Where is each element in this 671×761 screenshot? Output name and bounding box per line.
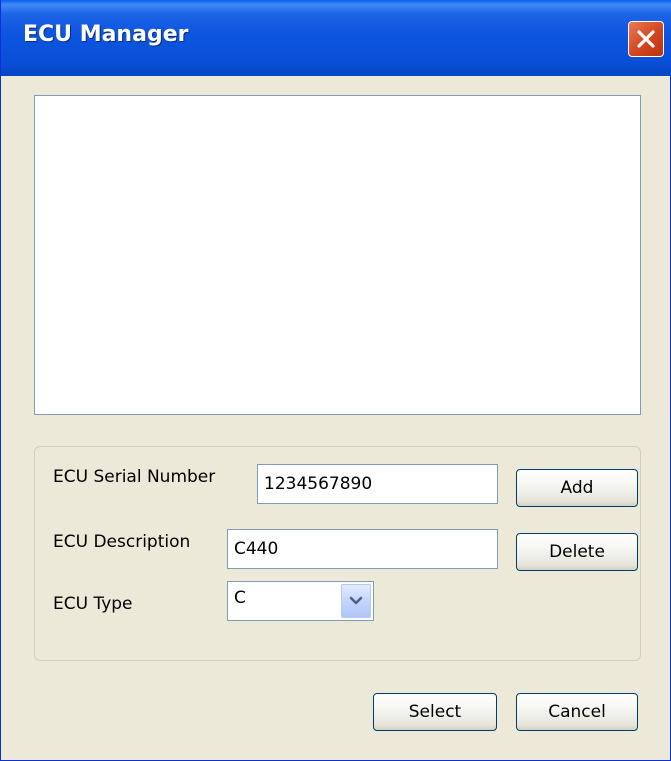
select-button[interactable]: Select	[373, 693, 497, 731]
ecu-manager-dialog: ECU Manager ECU Serial Number Add ECU De…	[0, 0, 671, 761]
ecu-type-dropdown-button[interactable]	[341, 584, 371, 618]
ecu-type-value: C	[234, 588, 246, 608]
serial-number-label: ECU Serial Number	[53, 467, 216, 487]
add-button[interactable]: Add	[516, 469, 638, 507]
ecu-list[interactable]	[34, 95, 641, 415]
close-icon	[637, 30, 655, 48]
type-label: ECU Type	[53, 594, 133, 614]
close-button[interactable]	[628, 21, 664, 57]
description-input[interactable]	[227, 529, 498, 569]
ecu-type-select[interactable]: C	[227, 581, 374, 621]
title-bar[interactable]: ECU Manager	[1, 0, 671, 76]
delete-button[interactable]: Delete	[516, 533, 638, 571]
serial-number-input[interactable]	[257, 464, 498, 504]
description-label: ECU Description	[53, 532, 191, 552]
cancel-button[interactable]: Cancel	[516, 693, 638, 731]
chevron-down-icon	[349, 596, 363, 605]
window-title: ECU Manager	[23, 22, 189, 47]
